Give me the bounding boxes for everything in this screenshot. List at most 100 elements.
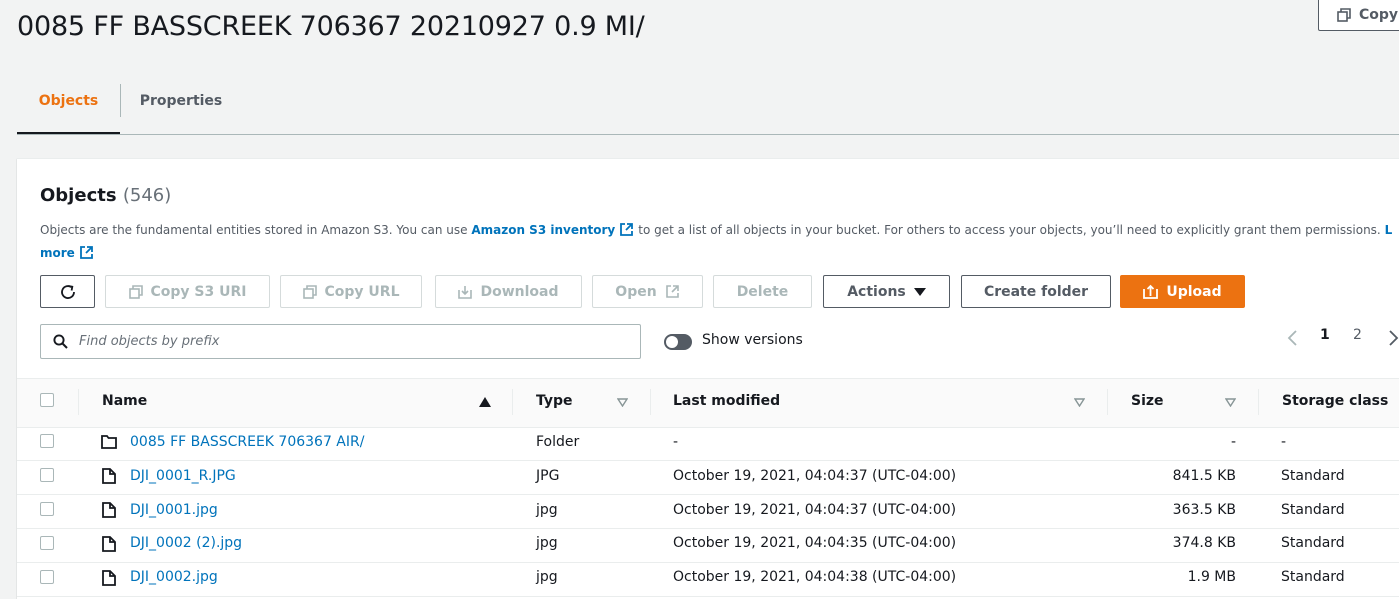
- upload-icon: [1143, 284, 1159, 299]
- column-type[interactable]: Type: [536, 393, 573, 409]
- description-text-1: Objects are the fundamental entities sto…: [40, 223, 472, 237]
- page-title: 0085 FF BASSCREEK 706367 20210927 0.9 MI…: [17, 11, 645, 42]
- column-storage-class[interactable]: Storage class: [1282, 393, 1388, 409]
- tab-bar: Objects Properties: [17, 68, 1399, 135]
- file-icon: [102, 536, 116, 552]
- inventory-link-label: Amazon S3 inventory: [471, 223, 616, 237]
- object-name-link[interactable]: DJI_0001_R.JPG: [130, 468, 236, 484]
- objects-count: (546): [122, 185, 172, 206]
- sort-icon[interactable]: [617, 398, 628, 407]
- page-2-link[interactable]: 2: [1353, 327, 1362, 343]
- file-icon: [102, 468, 116, 484]
- object-name-link[interactable]: DJI_0001.jpg: [130, 502, 218, 518]
- search-box: [40, 324, 641, 359]
- caret-down-icon: [913, 287, 926, 296]
- actions-dropdown[interactable]: Actions: [823, 275, 950, 308]
- description-text-2: to get a list of all objects in your buc…: [634, 223, 1385, 237]
- row-checkbox[interactable]: [40, 434, 54, 448]
- object-type: jpg: [536, 569, 558, 585]
- search-input[interactable]: [77, 333, 621, 350]
- object-size: 1.9 MB: [1187, 569, 1236, 585]
- object-type: Folder: [536, 434, 580, 450]
- copy-button-label: Copy: [1359, 7, 1399, 23]
- delete-button[interactable]: Delete: [713, 275, 812, 308]
- external-link-icon: [80, 246, 93, 259]
- object-name-link[interactable]: DJI_0002 (2).jpg: [130, 535, 242, 551]
- tab-objects[interactable]: Objects: [17, 68, 120, 134]
- copy-icon: [1337, 8, 1351, 22]
- download-label: Download: [480, 283, 559, 300]
- download-button[interactable]: Download: [435, 275, 582, 308]
- file-icon: [102, 570, 116, 586]
- row-checkbox[interactable]: [40, 468, 54, 482]
- object-name-link[interactable]: 0085 FF BASSCREEK 706367 AIR/: [130, 434, 364, 450]
- copy-url-button[interactable]: Copy URL: [280, 275, 422, 308]
- row-checkbox[interactable]: [40, 536, 54, 550]
- column-last-modified[interactable]: Last modified: [673, 393, 780, 409]
- page-1-link[interactable]: 1: [1320, 327, 1330, 343]
- copy-s3-uri-label: Copy S3 URI: [150, 283, 247, 300]
- search-icon: [53, 334, 68, 349]
- column-name[interactable]: Name: [102, 393, 147, 409]
- actions-label: Actions: [847, 283, 906, 300]
- copy-button[interactable]: Copy: [1318, 0, 1399, 31]
- object-size: 841.5 KB: [1172, 468, 1236, 484]
- download-icon: [458, 285, 473, 299]
- object-storage-class: -: [1281, 434, 1287, 450]
- column-divider: [1258, 389, 1259, 415]
- object-last-modified: October 19, 2021, 04:04:37 (UTC-04:00): [673, 468, 957, 484]
- copy-s3-uri-button[interactable]: Copy S3 URI: [105, 275, 270, 308]
- create-folder-label: Create folder: [983, 283, 1089, 300]
- delete-label: Delete: [736, 283, 789, 300]
- show-versions-toggle[interactable]: [664, 334, 692, 350]
- folder-icon: [101, 435, 117, 449]
- object-type: jpg: [536, 535, 558, 551]
- refresh-icon: [60, 284, 75, 299]
- objects-heading: Objects (546): [40, 185, 171, 206]
- object-storage-class: Standard: [1281, 468, 1345, 484]
- show-versions-label: Show versions: [702, 332, 803, 348]
- copy-icon: [128, 284, 143, 299]
- row-checkbox[interactable]: [40, 570, 54, 584]
- file-icon: [102, 502, 116, 518]
- object-size: 374.8 KB: [1172, 535, 1236, 551]
- object-last-modified: October 19, 2021, 04:04:37 (UTC-04:00): [673, 502, 957, 518]
- copy-url-label: Copy URL: [324, 283, 400, 300]
- objects-heading-label: Objects: [40, 185, 117, 206]
- object-storage-class: Standard: [1281, 569, 1345, 585]
- object-type: JPG: [536, 468, 560, 484]
- object-last-modified: -: [673, 434, 679, 450]
- tab-properties[interactable]: Properties: [121, 68, 241, 133]
- sort-ascending-icon[interactable]: [479, 397, 491, 407]
- column-divider: [1107, 389, 1108, 415]
- sort-icon[interactable]: [1074, 398, 1085, 407]
- object-last-modified: October 19, 2021, 04:04:35 (UTC-04:00): [673, 535, 957, 551]
- object-size: 363.5 KB: [1172, 502, 1236, 518]
- inventory-link[interactable]: Amazon S3 inventory: [471, 223, 634, 237]
- column-size[interactable]: Size: [1131, 393, 1164, 409]
- refresh-button[interactable]: [40, 275, 95, 308]
- learn-more-start: L: [1384, 223, 1393, 237]
- select-all-checkbox[interactable]: [40, 393, 54, 407]
- chevron-left-icon[interactable]: [1284, 328, 1302, 348]
- upload-label: Upload: [1166, 283, 1222, 300]
- column-divider: [78, 389, 79, 415]
- object-storage-class: Standard: [1281, 502, 1345, 518]
- learn-more-end: more: [40, 246, 75, 260]
- open-label: Open: [615, 283, 657, 300]
- object-last-modified: October 19, 2021, 04:04:38 (UTC-04:00): [673, 569, 957, 585]
- objects-description: Objects are the fundamental entities sto…: [40, 219, 1399, 265]
- open-button[interactable]: Open: [592, 275, 703, 308]
- sort-icon[interactable]: [1225, 398, 1236, 407]
- upload-button[interactable]: Upload: [1120, 275, 1245, 308]
- external-link-icon: [620, 223, 634, 236]
- object-size: -: [1230, 434, 1236, 450]
- chevron-right-icon[interactable]: [1384, 328, 1399, 348]
- copy-icon: [302, 284, 317, 299]
- column-divider: [512, 389, 513, 415]
- external-link-icon: [665, 285, 679, 298]
- column-divider: [650, 389, 651, 415]
- row-checkbox[interactable]: [40, 502, 54, 516]
- create-folder-button[interactable]: Create folder: [961, 275, 1111, 308]
- object-name-link[interactable]: DJI_0002.jpg: [130, 569, 218, 585]
